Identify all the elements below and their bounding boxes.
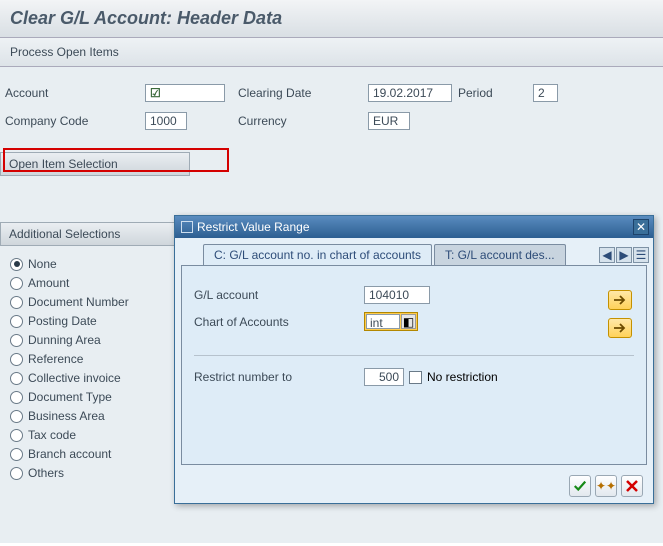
continue-button[interactable] [569, 475, 591, 497]
radio-business-area[interactable] [10, 410, 23, 423]
cancel-button[interactable] [621, 475, 643, 497]
radio-reference[interactable] [10, 353, 23, 366]
multiple-selection-chart-button[interactable] [608, 318, 632, 338]
radio-others[interactable] [10, 467, 23, 480]
main-content: Account ☑ Clearing Date 19.02.2017 Perio… [0, 67, 663, 543]
currency-label: Currency [238, 114, 368, 128]
account-label: Account [5, 86, 145, 100]
radio-tax-code-label: Tax code [28, 428, 76, 442]
radio-dunning-area-label: Dunning Area [28, 333, 101, 347]
tab-chart-of-accounts[interactable]: C: G/L account no. in chart of accounts [203, 244, 432, 265]
radio-business-area-label: Business Area [28, 409, 105, 423]
check-icon [573, 479, 587, 493]
radio-tax-code[interactable] [10, 429, 23, 442]
chart-of-accounts-label: Chart of Accounts [194, 315, 364, 329]
radio-collective-invoice[interactable] [10, 372, 23, 385]
process-open-items[interactable]: Process Open Items [0, 38, 663, 67]
restrict-number-label: Restrict number to [194, 370, 364, 384]
window-icon [181, 221, 193, 233]
account-input[interactable]: ☑ [145, 84, 225, 102]
additional-selections-panel: Additional Selections [0, 222, 190, 246]
multiple-selection-gl-button[interactable] [608, 290, 632, 310]
radio-document-number[interactable] [10, 296, 23, 309]
list-icon: ☰ [636, 248, 647, 262]
close-icon: ✕ [636, 220, 646, 234]
chevron-right-icon: ▶ [619, 248, 628, 262]
chart-of-accounts-input[interactable]: int [366, 314, 400, 329]
radio-reference-label: Reference [28, 352, 83, 366]
restrict-value-range-dialog: Restrict Value Range ✕ C: G/L account no… [174, 215, 654, 504]
no-restriction-label: No restriction [427, 370, 498, 384]
currency-input[interactable]: EUR [368, 112, 410, 130]
company-code-input[interactable]: 1000 [145, 112, 187, 130]
selection-icon: ✦✦ [596, 479, 616, 493]
radio-document-number-label: Document Number [28, 295, 129, 309]
radio-posting-date-label: Posting Date [28, 314, 97, 328]
radio-amount-label: Amount [28, 276, 69, 290]
tab-scroll-left-button[interactable]: ◀ [599, 247, 615, 263]
checkmark-icon: ☑ [150, 86, 161, 100]
dialog-title: Restrict Value Range [197, 220, 310, 234]
gl-account-input[interactable]: 104010 [364, 286, 430, 304]
clearing-date-label: Clearing Date [238, 86, 368, 100]
radio-none-label: None [28, 257, 57, 271]
radio-document-type-label: Document Type [28, 390, 112, 404]
tab-scroll-right-button[interactable]: ▶ [616, 247, 632, 263]
radio-document-type[interactable] [10, 391, 23, 404]
dropdown-icon: ◧ [403, 315, 414, 329]
clearing-date-input[interactable]: 19.02.2017 [368, 84, 452, 102]
value-help-button[interactable]: ◧ [401, 314, 416, 329]
arrow-right-icon [613, 323, 627, 333]
radio-collective-invoice-label: Collective invoice [28, 371, 121, 385]
period-input[interactable]: 2 [533, 84, 558, 102]
close-button[interactable]: ✕ [633, 219, 649, 235]
company-code-label: Company Code [5, 114, 145, 128]
period-label: Period [458, 86, 533, 100]
no-restriction-checkbox[interactable] [409, 371, 422, 384]
radio-posting-date[interactable] [10, 315, 23, 328]
screen-title: Clear G/L Account: Header Data [0, 0, 663, 38]
restrict-number-input[interactable]: 500 [364, 368, 404, 386]
arrow-right-icon [613, 295, 627, 305]
radio-dunning-area[interactable] [10, 334, 23, 347]
gl-account-label: G/L account [194, 288, 364, 302]
radio-branch-account[interactable] [10, 448, 23, 461]
tab-list-button[interactable]: ☰ [633, 247, 649, 263]
radio-others-label: Others [28, 466, 64, 480]
radio-none[interactable] [10, 258, 23, 271]
radio-amount[interactable] [10, 277, 23, 290]
open-item-selection-panel: Open Item Selection [0, 152, 190, 176]
chevron-left-icon: ◀ [602, 248, 611, 262]
dialog-titlebar[interactable]: Restrict Value Range ✕ [175, 216, 653, 238]
tab-account-description[interactable]: T: G/L account des... [434, 244, 566, 265]
new-selection-button[interactable]: ✦✦ [595, 475, 617, 497]
radio-branch-account-label: Branch account [28, 447, 111, 461]
x-icon [626, 480, 638, 492]
